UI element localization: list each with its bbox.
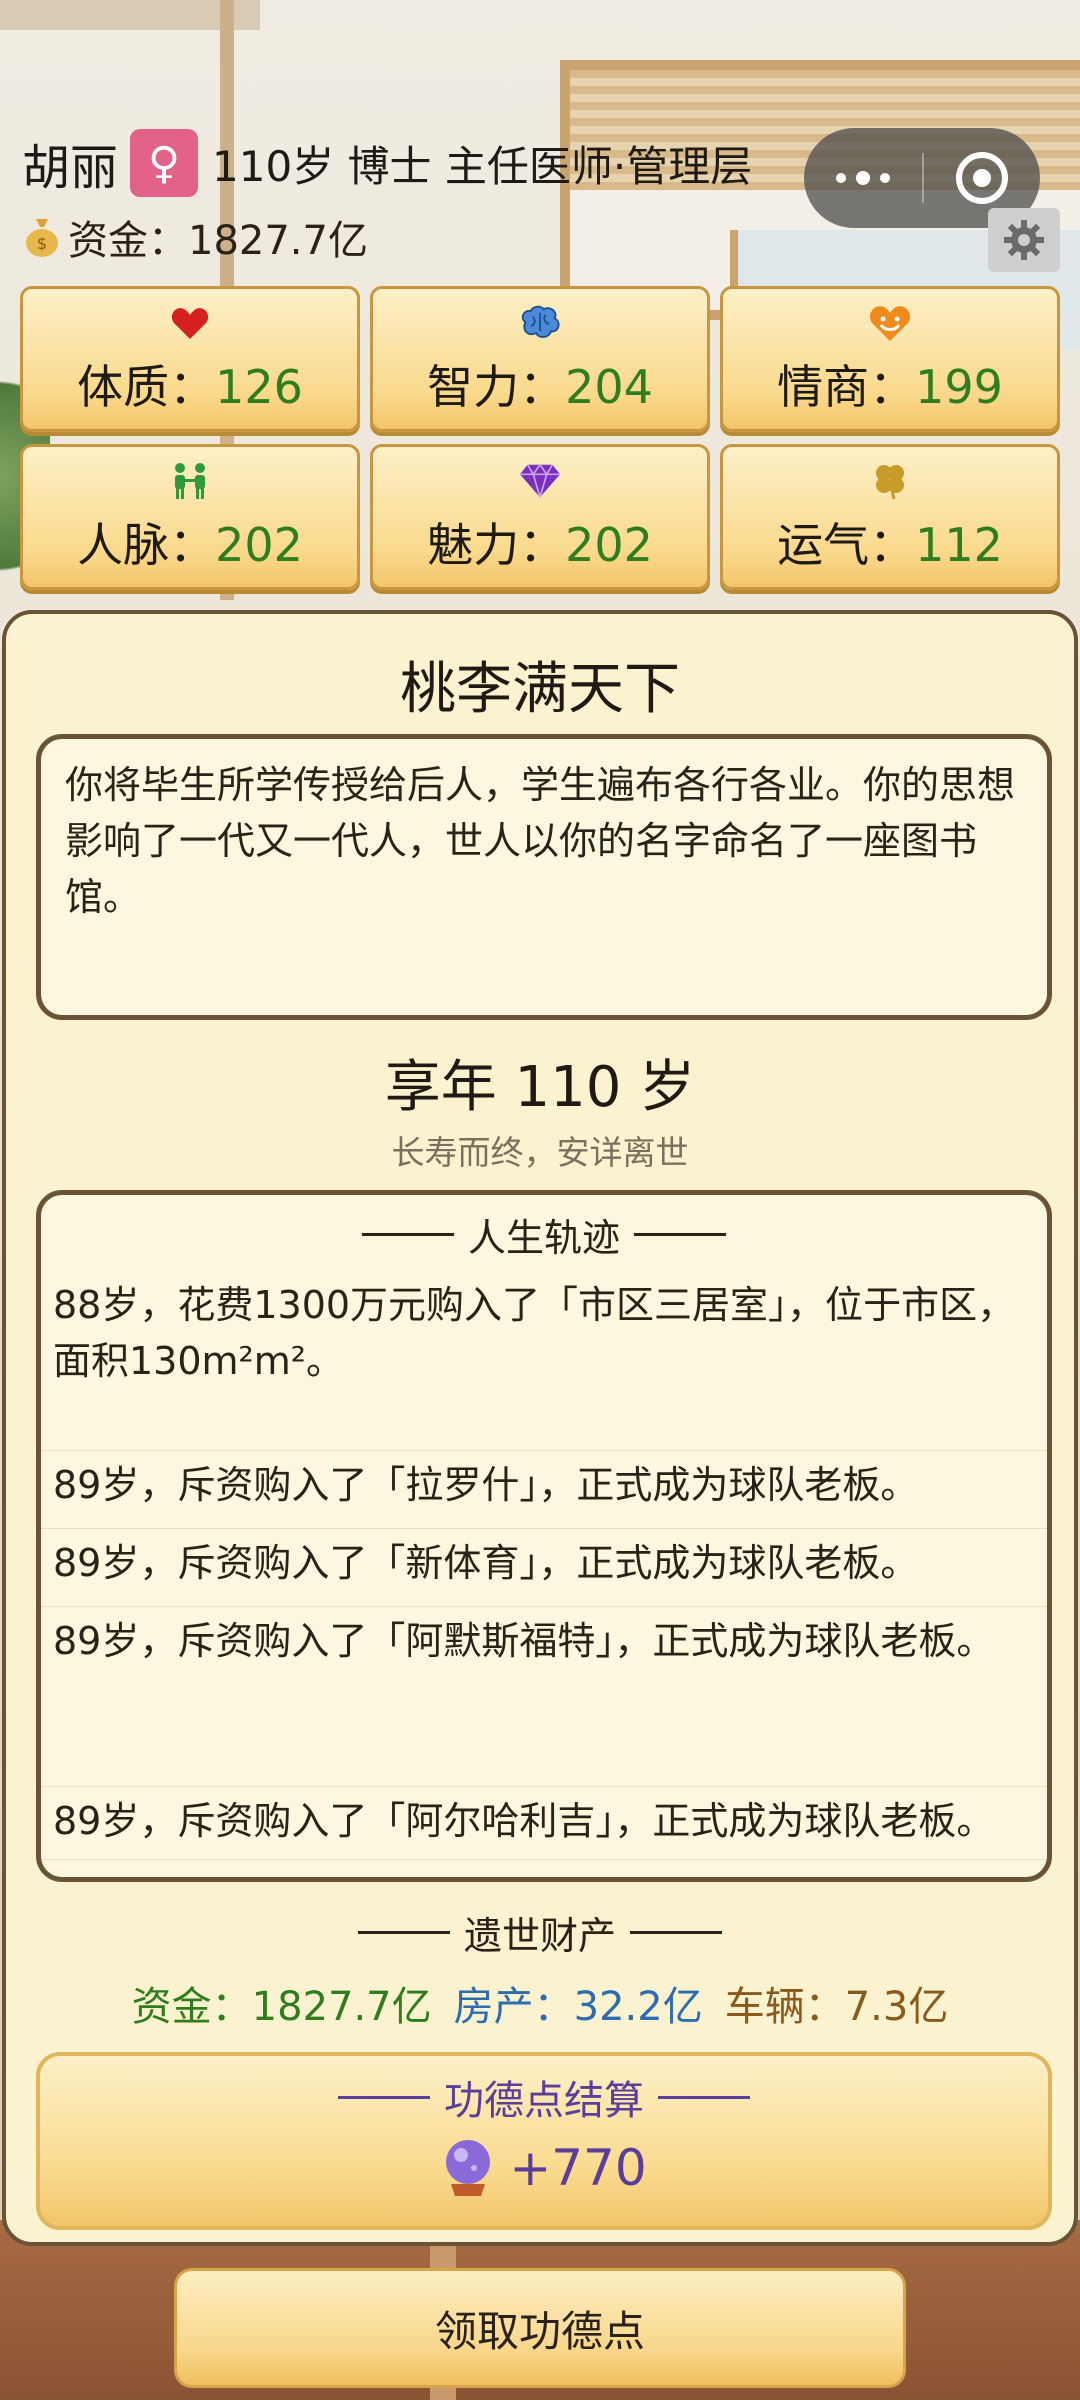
stat-label: 体质： (77, 360, 216, 414)
heart-icon (168, 301, 212, 345)
legacy-funds: 资金：1827.7亿 (131, 1984, 432, 2030)
ending-title: 桃李满天下 (400, 657, 680, 722)
character-info: 110岁 博士 主任医师·管理层 (212, 141, 753, 191)
funds-row: $ 资金：1827.7亿 (22, 208, 368, 266)
timeline-entry: 89岁，斥资购入了「阿默斯福特」，正式成为球队老板。 (41, 1607, 1047, 1787)
stat-card-luck: 运气：112 (720, 444, 1060, 590)
diamond-icon (518, 459, 562, 503)
merit-title: 功德点结算 (444, 2078, 644, 2124)
stat-label: 运气： (777, 518, 916, 572)
life-timeline[interactable]: 人生轨迹 88岁，花费1300万元购入了「市区三居室」，位于市区，面积130m²… (36, 1190, 1052, 1882)
timeline-entry: 88岁，花费1300万元购入了「市区三居室」，位于市区，面积130m²m²。 (41, 1271, 1047, 1451)
stat-card-charm: 魅力：202 (370, 444, 710, 590)
timeline-header: 人生轨迹 (41, 1209, 1047, 1260)
stat-label: 情商： (777, 360, 916, 414)
life-summary-panel: 桃李满天下 你将毕生所学传授给后人，学生遍布各行各业。你的思想影响了一代又一代人… (2, 610, 1078, 2246)
timeline-entries: 88岁，花费1300万元购入了「市区三居室」，位于市区，面积130m²m²。 8… (41, 1271, 1047, 1860)
merit-settlement: 功德点结算 +770 (36, 2052, 1052, 2230)
legacy-assets: 资金：1827.7亿 房产：32.2亿 车辆：7.3亿 (6, 1974, 1074, 2032)
gear-icon (1004, 220, 1044, 260)
stat-card-intelligence: 智力：204 (370, 286, 710, 432)
age-subtitle: 长寿而终，安详离世 (391, 1133, 689, 1172)
timeline-entry: 89岁，斥资购入了「新体育」，正式成为球队老板。 (41, 1529, 1047, 1607)
stat-value: 112 (915, 518, 1003, 572)
timeline-entry: 89岁，斥资购入了「阿尔哈利吉」，正式成为球队老板。 (41, 1787, 1047, 1860)
timeline-title: 人生轨迹 (467, 1215, 620, 1260)
stat-value: 202 (565, 518, 653, 572)
stat-value: 199 (915, 360, 1003, 414)
svg-text:$: $ (37, 234, 47, 253)
gender-female-icon: ♀ (130, 129, 199, 197)
clover-icon (868, 459, 912, 503)
merit-header: 功德点结算 (40, 2068, 1048, 2126)
attribute-grid: 体质：126 智力：204 情商：199 人脉：202 魅力：202 运气：11… (20, 286, 1060, 590)
timeline-entry: 89岁，斥资购入了「拉罗什」，正式成为球队老板。 (41, 1451, 1047, 1529)
funds-text: 资金：1827.7亿 (68, 218, 368, 264)
claim-merit-button[interactable]: 领取功德点 (174, 2268, 906, 2388)
more-menu-icon[interactable] (804, 128, 922, 228)
stat-card-connections: 人脉：202 (20, 444, 360, 590)
stat-value: 204 (565, 360, 653, 414)
stat-label: 智力： (427, 360, 566, 414)
legacy-property: 房产：32.2亿 (453, 1984, 703, 2030)
character-header: 胡丽 ♀ 110岁 博士 主任医师·管理层 (22, 128, 752, 198)
people-icon (168, 459, 212, 503)
money-bag-icon: $ (26, 219, 58, 257)
stat-value: 126 (215, 360, 303, 414)
stat-label: 魅力： (427, 518, 566, 572)
age-title: 享年 110 岁 (384, 1055, 696, 1120)
stat-card-constitution: 体质：126 (20, 286, 360, 432)
stat-label: 人脉： (77, 518, 216, 572)
legacy-header: 遗世财产 (6, 1904, 1074, 1960)
smile-heart-icon (868, 301, 912, 345)
legacy-vehicles: 车辆：7.3亿 (724, 1984, 949, 2030)
stat-card-eq: 情商：199 (720, 286, 1060, 432)
crystal-ball-icon (446, 2140, 491, 2196)
brain-icon (518, 301, 562, 345)
ending-description: 你将毕生所学传授给后人，学生遍布各行各业。你的思想影响了一代又一代人，世人以你的… (36, 734, 1052, 1020)
settings-button[interactable] (988, 208, 1060, 272)
character-name: 胡丽 (22, 140, 119, 196)
stat-value: 202 (215, 518, 303, 572)
merit-value-row: +770 (40, 2138, 1048, 2198)
merit-value: +770 (509, 2139, 647, 2197)
legacy-title: 遗世财产 (463, 1913, 616, 1958)
